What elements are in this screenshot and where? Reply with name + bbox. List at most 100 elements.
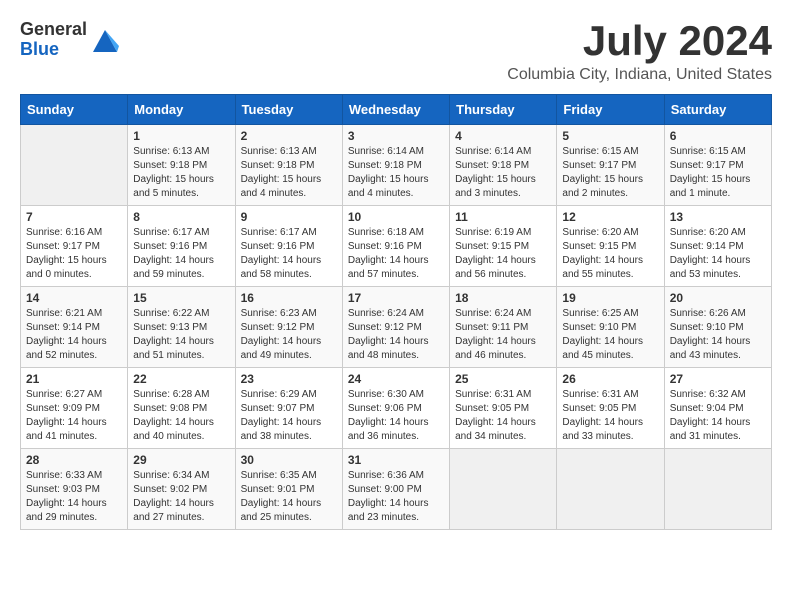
cell-content: Sunrise: 6:35 AM Sunset: 9:01 PM Dayligh… — [241, 469, 337, 525]
day-number: 8 — [133, 210, 229, 224]
cell-content: Sunrise: 6:20 AM Sunset: 9:15 PM Dayligh… — [562, 226, 658, 282]
calendar-cell: 10 Sunrise: 6:18 AM Sunset: 9:16 PM Dayli… — [342, 206, 449, 287]
day-number: 12 — [562, 210, 658, 224]
cell-content: Sunrise: 6:32 AM Sunset: 9:04 PM Dayligh… — [670, 388, 766, 444]
cell-content: Sunrise: 6:26 AM Sunset: 9:10 PM Dayligh… — [670, 307, 766, 363]
cell-content: Sunrise: 6:20 AM Sunset: 9:14 PM Dayligh… — [670, 226, 766, 282]
calendar-cell: 19 Sunrise: 6:25 AM Sunset: 9:10 PM Dayli… — [557, 287, 664, 368]
calendar-header-row: SundayMondayTuesdayWednesdayThursdayFrid… — [21, 95, 772, 125]
calendar-cell: 1Sunrise: 6:13 AM Sunset: 9:18 PM Daylig… — [128, 125, 235, 206]
logo-icon — [91, 26, 119, 54]
calendar-cell: 15 Sunrise: 6:22 AM Sunset: 9:13 PM Dayli… — [128, 287, 235, 368]
subtitle: Columbia City, Indiana, United States — [507, 66, 772, 84]
logo: General Blue — [20, 20, 119, 60]
cell-content: Sunrise: 6:33 AM Sunset: 9:03 PM Dayligh… — [26, 469, 122, 525]
cell-content: Sunrise: 6:25 AM Sunset: 9:10 PM Dayligh… — [562, 307, 658, 363]
day-number: 24 — [348, 372, 444, 386]
calendar-cell — [450, 449, 557, 530]
day-header-wednesday: Wednesday — [342, 95, 449, 125]
day-number: 23 — [241, 372, 337, 386]
day-number: 16 — [241, 291, 337, 305]
cell-content: Sunrise: 6:31 AM Sunset: 9:05 PM Dayligh… — [562, 388, 658, 444]
cell-content: Sunrise: 6:31 AM Sunset: 9:05 PM Dayligh… — [455, 388, 551, 444]
calendar-week-row: 14 Sunrise: 6:21 AM Sunset: 9:14 PM Dayli… — [21, 287, 772, 368]
day-number: 18 — [455, 291, 551, 305]
cell-content: Sunrise: 6:14 AM Sunset: 9:18 PM Dayligh… — [455, 145, 551, 201]
calendar-cell: 14 Sunrise: 6:21 AM Sunset: 9:14 PM Dayli… — [21, 287, 128, 368]
calendar-cell: 27 Sunrise: 6:32 AM Sunset: 9:04 PM Dayli… — [664, 368, 771, 449]
calendar-week-row: 1Sunrise: 6:13 AM Sunset: 9:18 PM Daylig… — [21, 125, 772, 206]
cell-content: Sunrise: 6:18 AM Sunset: 9:16 PM Dayligh… — [348, 226, 444, 282]
cell-content: Sunrise: 6:13 AM Sunset: 9:18 PM Dayligh… — [241, 145, 337, 201]
cell-content: Sunrise: 6:15 AM Sunset: 9:17 PM Dayligh… — [670, 145, 766, 201]
day-header-saturday: Saturday — [664, 95, 771, 125]
calendar-cell: 29Sunrise: 6:34 AM Sunset: 9:02 PM Dayli… — [128, 449, 235, 530]
calendar-cell: 28Sunrise: 6:33 AM Sunset: 9:03 PM Dayli… — [21, 449, 128, 530]
calendar-cell: 12 Sunrise: 6:20 AM Sunset: 9:15 PM Dayli… — [557, 206, 664, 287]
day-number: 14 — [26, 291, 122, 305]
calendar-cell: 9 Sunrise: 6:17 AM Sunset: 9:16 PM Daylig… — [235, 206, 342, 287]
day-number: 10 — [348, 210, 444, 224]
cell-content: Sunrise: 6:22 AM Sunset: 9:13 PM Dayligh… — [133, 307, 229, 363]
calendar-cell: 7Sunrise: 6:16 AM Sunset: 9:17 PM Daylig… — [21, 206, 128, 287]
calendar-cell: 13 Sunrise: 6:20 AM Sunset: 9:14 PM Dayli… — [664, 206, 771, 287]
calendar-cell: 8 Sunrise: 6:17 AM Sunset: 9:16 PM Daylig… — [128, 206, 235, 287]
cell-content: Sunrise: 6:21 AM Sunset: 9:14 PM Dayligh… — [26, 307, 122, 363]
logo-blue: Blue — [20, 40, 87, 60]
calendar-cell: 5 Sunrise: 6:15 AM Sunset: 9:17 PM Daylig… — [557, 125, 664, 206]
cell-content: Sunrise: 6:28 AM Sunset: 9:08 PM Dayligh… — [133, 388, 229, 444]
day-number: 27 — [670, 372, 766, 386]
calendar-cell: 6 Sunrise: 6:15 AM Sunset: 9:17 PM Daylig… — [664, 125, 771, 206]
day-number: 15 — [133, 291, 229, 305]
cell-content: Sunrise: 6:13 AM Sunset: 9:18 PM Dayligh… — [133, 145, 229, 201]
calendar-cell — [557, 449, 664, 530]
day-number: 5 — [562, 129, 658, 143]
calendar-cell: 4 Sunrise: 6:14 AM Sunset: 9:18 PM Daylig… — [450, 125, 557, 206]
day-number: 25 — [455, 372, 551, 386]
cell-content: Sunrise: 6:15 AM Sunset: 9:17 PM Dayligh… — [562, 145, 658, 201]
calendar-cell — [664, 449, 771, 530]
calendar-cell: 3 Sunrise: 6:14 AM Sunset: 9:18 PM Daylig… — [342, 125, 449, 206]
day-number: 20 — [670, 291, 766, 305]
cell-content: Sunrise: 6:27 AM Sunset: 9:09 PM Dayligh… — [26, 388, 122, 444]
page-header: General Blue July 2024 Columbia City, In… — [20, 20, 772, 84]
day-number: 3 — [348, 129, 444, 143]
cell-content: Sunrise: 6:17 AM Sunset: 9:16 PM Dayligh… — [241, 226, 337, 282]
day-header-sunday: Sunday — [21, 95, 128, 125]
day-number: 13 — [670, 210, 766, 224]
calendar-cell: 26Sunrise: 6:31 AM Sunset: 9:05 PM Dayli… — [557, 368, 664, 449]
day-number: 17 — [348, 291, 444, 305]
day-number: 6 — [670, 129, 766, 143]
cell-content: Sunrise: 6:14 AM Sunset: 9:18 PM Dayligh… — [348, 145, 444, 201]
day-header-tuesday: Tuesday — [235, 95, 342, 125]
day-number: 9 — [241, 210, 337, 224]
cell-content: Sunrise: 6:24 AM Sunset: 9:11 PM Dayligh… — [455, 307, 551, 363]
day-number: 11 — [455, 210, 551, 224]
cell-content: Sunrise: 6:36 AM Sunset: 9:00 PM Dayligh… — [348, 469, 444, 525]
cell-content: Sunrise: 6:24 AM Sunset: 9:12 PM Dayligh… — [348, 307, 444, 363]
title-block: July 2024 Columbia City, Indiana, United… — [507, 20, 772, 84]
calendar-cell: 20 Sunrise: 6:26 AM Sunset: 9:10 PM Dayli… — [664, 287, 771, 368]
day-number: 30 — [241, 453, 337, 467]
calendar-cell: 16Sunrise: 6:23 AM Sunset: 9:12 PM Dayli… — [235, 287, 342, 368]
calendar-cell: 23 Sunrise: 6:29 AM Sunset: 9:07 PM Dayli… — [235, 368, 342, 449]
calendar-cell: 30 Sunrise: 6:35 AM Sunset: 9:01 PM Dayli… — [235, 449, 342, 530]
calendar-cell: 2 Sunrise: 6:13 AM Sunset: 9:18 PM Daylig… — [235, 125, 342, 206]
logo-general: General — [20, 20, 87, 40]
calendar-cell: 31 Sunrise: 6:36 AM Sunset: 9:00 PM Dayli… — [342, 449, 449, 530]
day-header-monday: Monday — [128, 95, 235, 125]
day-number: 4 — [455, 129, 551, 143]
day-header-thursday: Thursday — [450, 95, 557, 125]
day-number: 19 — [562, 291, 658, 305]
calendar-week-row: 21Sunrise: 6:27 AM Sunset: 9:09 PM Dayli… — [21, 368, 772, 449]
calendar-week-row: 7Sunrise: 6:16 AM Sunset: 9:17 PM Daylig… — [21, 206, 772, 287]
calendar-table: SundayMondayTuesdayWednesdayThursdayFrid… — [20, 94, 772, 530]
day-number: 2 — [241, 129, 337, 143]
cell-content: Sunrise: 6:30 AM Sunset: 9:06 PM Dayligh… — [348, 388, 444, 444]
day-number: 31 — [348, 453, 444, 467]
calendar-cell: 18 Sunrise: 6:24 AM Sunset: 9:11 PM Dayli… — [450, 287, 557, 368]
calendar-cell: 11Sunrise: 6:19 AM Sunset: 9:15 PM Dayli… — [450, 206, 557, 287]
cell-content: Sunrise: 6:29 AM Sunset: 9:07 PM Dayligh… — [241, 388, 337, 444]
calendar-week-row: 28Sunrise: 6:33 AM Sunset: 9:03 PM Dayli… — [21, 449, 772, 530]
cell-content: Sunrise: 6:17 AM Sunset: 9:16 PM Dayligh… — [133, 226, 229, 282]
